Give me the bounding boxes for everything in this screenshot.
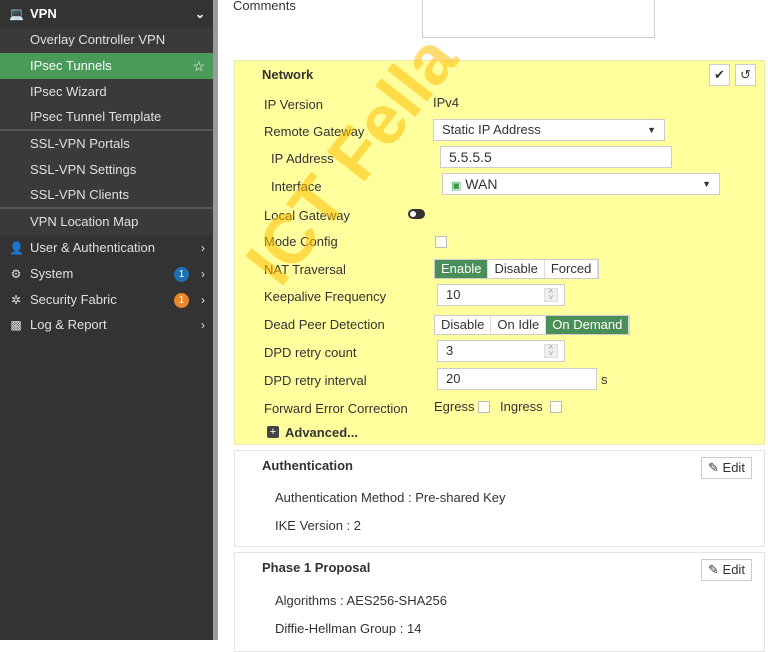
spinner-icon[interactable]: ˄ ˅ — [544, 288, 558, 302]
mode-config-checkbox[interactable] — [435, 236, 447, 248]
mode-config-label: Mode Config — [264, 234, 338, 249]
sidebar-item-overlay-controller-vpn[interactable]: Overlay Controller VPN — [0, 27, 213, 53]
sidebar-item-label: Log & Report — [30, 317, 107, 332]
dpd-retry-count-input[interactable]: 3 ˄ ˅ — [437, 340, 565, 362]
auth-method: Authentication Method : Pre-shared Key — [275, 490, 506, 505]
spinner-icon[interactable]: ˄ ˅ — [544, 344, 558, 358]
sidebar-item-label: Security Fabric — [30, 292, 117, 307]
star-icon[interactable]: ☆ — [192, 53, 205, 79]
nat-disable-option[interactable]: Disable — [488, 260, 545, 278]
nat-enable-option[interactable]: Enable — [435, 260, 489, 278]
pencil-icon: ✎ — [708, 460, 719, 475]
ip-address-label: IP Address — [271, 151, 334, 166]
network-title: Network — [262, 67, 314, 82]
keepalive-label: Keepalive Frequency — [264, 289, 387, 304]
interface-value: WAN — [465, 176, 498, 192]
egress-label: Egress — [434, 399, 475, 414]
laptop-icon: 💻 — [9, 7, 24, 21]
sidebar-item-vpn-location-map[interactable]: VPN Location Map — [0, 209, 213, 235]
notification-badge: 1 — [174, 267, 189, 282]
dpd-unit: s — [601, 372, 608, 387]
chevron-right-icon: › — [201, 267, 205, 281]
chevron-right-icon: › — [201, 293, 205, 307]
sidebar-item-security-fabric[interactable]: ✲ Security Fabric 1 › — [0, 287, 213, 313]
dpd-label: Dead Peer Detection — [264, 317, 385, 332]
revert-button[interactable]: ↺ — [735, 64, 756, 86]
sidebar-item-user-authentication[interactable]: 👤 User & Authentication › — [0, 235, 213, 261]
remote-gateway-value: Static IP Address — [442, 122, 541, 137]
sidebar-item-label: IPsec Tunnels — [30, 58, 112, 73]
keepalive-input[interactable]: 10 ˄ ˅ — [437, 284, 565, 306]
sidebar-item-label: User & Authentication — [30, 240, 156, 255]
gear-icon: ⚙ — [10, 267, 22, 281]
interface-label: Interface — [271, 179, 322, 194]
check-circle-icon: ✔ — [714, 67, 725, 82]
sidebar-item-ssl-vpn-portals[interactable]: SSL-VPN Portals — [0, 131, 213, 157]
comments-textarea[interactable] — [422, 0, 655, 38]
ip-version-label: IP Version — [264, 97, 324, 112]
phase1-edit-button[interactable]: ✎ Edit — [701, 559, 752, 581]
dpd-on-idle-option[interactable]: On Idle — [491, 316, 547, 334]
chevron-down-icon: ⌄ — [194, 7, 205, 21]
keepalive-value: 10 — [446, 287, 461, 302]
local-gateway-label: Local Gateway — [264, 208, 350, 223]
sidebar-item-vpn[interactable]: 💻 VPN ⌄ — [0, 1, 213, 27]
dpd-retry-count-label: DPD retry count — [264, 345, 357, 360]
sidebar-item-label: VPN — [30, 6, 57, 21]
ip-address-input[interactable]: 5.5.5.5 — [440, 146, 672, 168]
authentication-edit-button[interactable]: ✎ Edit — [701, 457, 752, 479]
ip-version-value: IPv4 — [433, 95, 460, 110]
undo-icon: ↺ — [740, 67, 751, 82]
interface-select[interactable]: ▣ WAN ▼ — [442, 173, 720, 195]
chevron-right-icon: › — [201, 318, 205, 332]
dpd-retry-interval-label: DPD retry interval — [264, 373, 367, 388]
egress-checkbox[interactable] — [478, 401, 490, 413]
caret-down-icon: ▼ — [702, 179, 711, 189]
remote-gateway-select[interactable]: Static IP Address ▼ — [433, 119, 665, 141]
sidebar-resizer[interactable] — [213, 0, 218, 640]
save-check-button[interactable]: ✔ — [709, 64, 730, 86]
dpd-disable-option[interactable]: Disable — [435, 316, 492, 334]
nat-traversal-toggle: Enable Disable Forced — [434, 259, 600, 279]
edit-label: Edit — [722, 562, 745, 577]
nat-traversal-label: NAT Traversal — [264, 262, 346, 277]
chevron-right-icon: › — [201, 241, 205, 255]
ike-version: IKE Version : 2 — [275, 518, 361, 533]
dpd-toggle: Disable On Idle On Demand — [434, 315, 631, 335]
sidebar-item-label: System — [30, 266, 74, 281]
sidebar: 💻 VPN ⌄ Overlay Controller VPN IPsec Tunne… — [0, 0, 213, 640]
dpd-retry-count-value: 3 — [446, 343, 454, 358]
local-gateway-toggle[interactable] — [408, 209, 425, 219]
phase1-algorithms: Algorithms : AES256-SHA256 — [275, 593, 447, 608]
sidebar-item-ssl-vpn-settings[interactable]: SSL-VPN Settings — [0, 157, 213, 183]
authentication-title: Authentication — [262, 458, 353, 473]
ingress-label: Ingress — [500, 399, 543, 414]
ingress-checkbox[interactable] — [550, 401, 562, 413]
sidebar-item-log-report[interactable]: ▩ Log & Report › — [0, 312, 213, 338]
sidebar-item-ipsec-tunnel-template[interactable]: IPsec Tunnel Template — [0, 104, 213, 130]
user-icon: 👤 — [9, 241, 24, 255]
dpd-retry-interval-input[interactable]: 20 — [437, 368, 597, 390]
sidebar-item-system[interactable]: ⚙ System 1 › — [0, 261, 213, 287]
sidebar-item-ipsec-tunnels[interactable]: IPsec Tunnels ☆ — [0, 53, 213, 79]
pencil-icon: ✎ — [708, 562, 719, 577]
caret-down-icon: ▼ — [647, 125, 656, 135]
remote-gateway-label: Remote Gateway — [264, 124, 365, 139]
security-fabric-icon: ✲ — [10, 293, 22, 307]
advanced-toggle[interactable]: Advanced... — [285, 425, 358, 440]
dpd-on-demand-option[interactable]: On Demand — [546, 316, 630, 334]
phase1-dh-group: Diffie-Hellman Group : 14 — [275, 621, 422, 636]
edit-label: Edit — [722, 460, 745, 475]
plus-icon[interactable]: + — [267, 426, 279, 438]
chart-icon: ▩ — [10, 318, 22, 332]
phase1-title: Phase 1 Proposal — [262, 560, 371, 575]
comments-label: Comments — [233, 0, 296, 13]
interface-port-icon: ▣ — [451, 180, 462, 192]
fec-label: Forward Error Correction — [264, 401, 408, 416]
nat-forced-option[interactable]: Forced — [545, 260, 599, 278]
sidebar-item-ssl-vpn-clients[interactable]: SSL-VPN Clients — [0, 182, 213, 208]
notification-badge: 1 — [174, 293, 189, 308]
sidebar-item-ipsec-wizard[interactable]: IPsec Wizard — [0, 79, 213, 105]
